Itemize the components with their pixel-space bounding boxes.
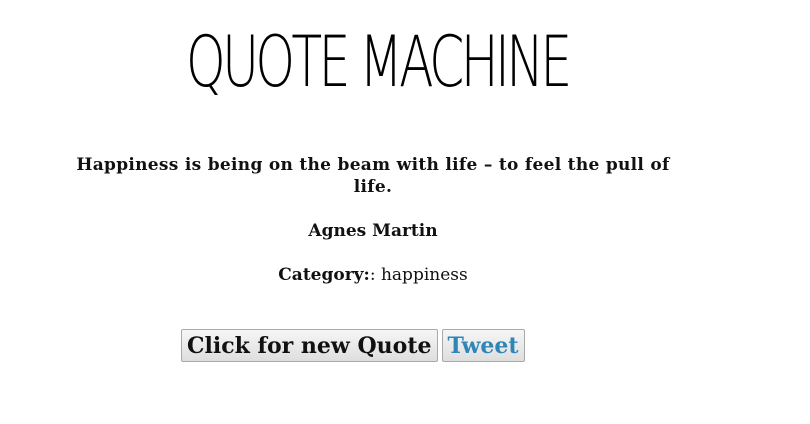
quote-machine-page: QUOTE MACHINE Happiness is being on the … — [0, 0, 810, 424]
page-title: QUOTE MACHINE — [186, 21, 572, 103]
quote-author: Agnes Martin — [308, 221, 438, 241]
tweet-button[interactable]: Tweet — [441, 329, 525, 362]
quote-category: Category:: happiness — [60, 264, 686, 286]
quote-card: Happiness is being on the beam with life… — [60, 154, 686, 286]
category-label: Category: — [278, 265, 370, 285]
action-buttons: Click for new Quote Tweet — [181, 329, 525, 362]
quote-text: Happiness is being on the beam with life… — [76, 155, 670, 197]
category-value: : happiness — [369, 265, 468, 285]
new-quote-button[interactable]: Click for new Quote — [181, 329, 438, 362]
